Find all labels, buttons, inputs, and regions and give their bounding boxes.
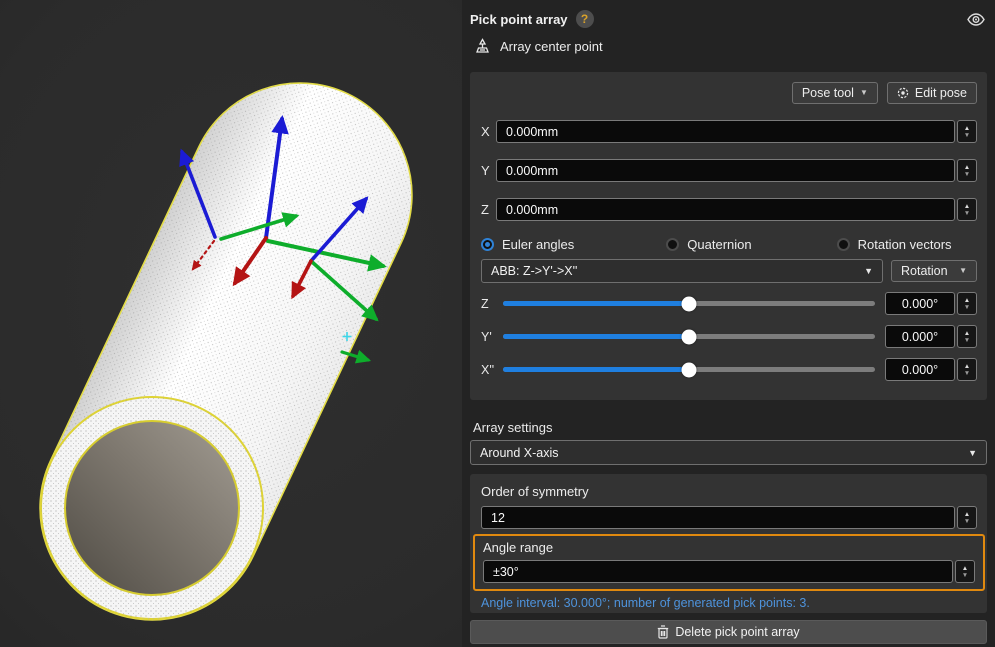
app-window: Pick point array ? Array center poin xyxy=(0,0,995,647)
angle-interval-status: Angle interval: 30.000°; number of gener… xyxy=(481,596,977,610)
edit-pose-gear-icon xyxy=(897,87,909,99)
array-mode-select[interactable]: Around X-axis ▼ xyxy=(470,440,987,465)
order-of-symmetry-label: Order of symmetry xyxy=(481,484,977,499)
slider-row-x2: X'' 0.000° ▲▼ xyxy=(481,358,977,381)
chevron-down-icon: ▼ xyxy=(864,266,873,276)
delete-button-label: Delete pick point array xyxy=(675,625,799,639)
radio-selected-icon xyxy=(481,238,494,251)
edit-pose-button[interactable]: Edit pose xyxy=(887,82,977,104)
z-stepper[interactable]: ▲▼ xyxy=(957,198,977,221)
edit-pose-label: Edit pose xyxy=(915,86,967,100)
slider-row-y1: Y' 0.000° ▲▼ xyxy=(481,325,977,348)
z-rotation-slider[interactable] xyxy=(503,292,875,315)
z-label: Z xyxy=(481,202,496,217)
point-cloud-scene xyxy=(0,0,462,647)
radio-rotation-vectors[interactable]: Rotation vectors xyxy=(837,237,952,252)
y1-angle-input[interactable]: 0.000° xyxy=(885,325,955,348)
y-stepper[interactable]: ▲▼ xyxy=(957,159,977,182)
z-input[interactable]: 0.000mm xyxy=(496,198,955,221)
trash-icon xyxy=(657,625,669,639)
delete-pick-point-array-button[interactable]: Delete pick point array xyxy=(470,620,987,644)
3d-viewport[interactable] xyxy=(0,0,462,647)
angle-range-stepper[interactable]: ▲▼ xyxy=(955,560,975,583)
slider-handle[interactable] xyxy=(682,362,697,377)
x-input[interactable]: 0.000mm xyxy=(496,120,955,143)
chevron-down-icon: ▼ xyxy=(968,448,977,458)
pose-tool-button[interactable]: Pose tool ▼ xyxy=(792,82,878,104)
array-center-point-header: Array center point xyxy=(474,38,603,55)
y1-rotation-slider[interactable] xyxy=(503,325,875,348)
order-of-symmetry-stepper[interactable]: ▲▼ xyxy=(957,506,977,529)
slider-row-z: Z 0.000° ▲▼ xyxy=(481,292,977,315)
radio-euler-angles[interactable]: Euler angles xyxy=(481,237,574,252)
euler-convention-select[interactable]: ABB: Z->Y'->X'' ▼ xyxy=(481,259,883,283)
pick-point-array-panel: Pick point array ? Array center poin xyxy=(462,0,995,647)
help-icon[interactable]: ? xyxy=(576,10,594,28)
page-title: Pick point array xyxy=(470,12,568,27)
pose-group: Pose tool ▼ Edit pose X 0.000mm ▲▼ xyxy=(470,72,987,400)
angle-range-input[interactable]: ±30° xyxy=(483,560,953,583)
coord-row-y: Y 0.000mm ▲▼ xyxy=(481,159,977,182)
radio-icon xyxy=(837,238,850,251)
slider-handle[interactable] xyxy=(682,296,697,311)
x-label: X xyxy=(481,124,496,139)
x2-angle-stepper[interactable]: ▲▼ xyxy=(957,358,977,381)
pose-tool-label: Pose tool xyxy=(802,86,854,100)
x-stepper[interactable]: ▲▼ xyxy=(957,120,977,143)
radio-icon xyxy=(666,238,679,251)
panel-header: Pick point array ? xyxy=(470,8,985,30)
visibility-eye-icon[interactable] xyxy=(967,13,985,26)
x2-rotation-slider[interactable] xyxy=(503,358,875,381)
order-of-symmetry-input[interactable]: 12 xyxy=(481,506,955,529)
radio-quaternion[interactable]: Quaternion xyxy=(666,237,751,252)
section-title: Array center point xyxy=(500,39,603,54)
x2-angle-input[interactable]: 0.000° xyxy=(885,358,955,381)
rotation-format-radios: Euler angles Quaternion Rotation vectors xyxy=(481,236,977,252)
rotation-button[interactable]: Rotation ▼ xyxy=(891,260,977,282)
array-settings-group: Order of symmetry 12 ▲▼ Angle range ±30°… xyxy=(470,474,987,613)
y-input[interactable]: 0.000mm xyxy=(496,159,955,182)
angle-range-label: Angle range xyxy=(483,540,975,555)
array-settings-label: Array settings xyxy=(473,420,552,435)
z-angle-stepper[interactable]: ▲▼ xyxy=(957,292,977,315)
z-angle-input[interactable]: 0.000° xyxy=(885,292,955,315)
chevron-down-icon: ▼ xyxy=(860,89,868,97)
chevron-down-icon: ▼ xyxy=(959,267,967,275)
coord-row-x: X 0.000mm ▲▼ xyxy=(481,120,977,143)
coord-row-z: Z 0.000mm ▲▼ xyxy=(481,198,977,221)
array-center-point-icon xyxy=(474,38,491,55)
y1-angle-stepper[interactable]: ▲▼ xyxy=(957,325,977,348)
point-cloud-cylinder xyxy=(3,46,449,647)
slider-handle[interactable] xyxy=(682,329,697,344)
y-label: Y xyxy=(481,163,496,178)
angle-range-highlight: Angle range ±30° ▲▼ xyxy=(473,534,985,591)
